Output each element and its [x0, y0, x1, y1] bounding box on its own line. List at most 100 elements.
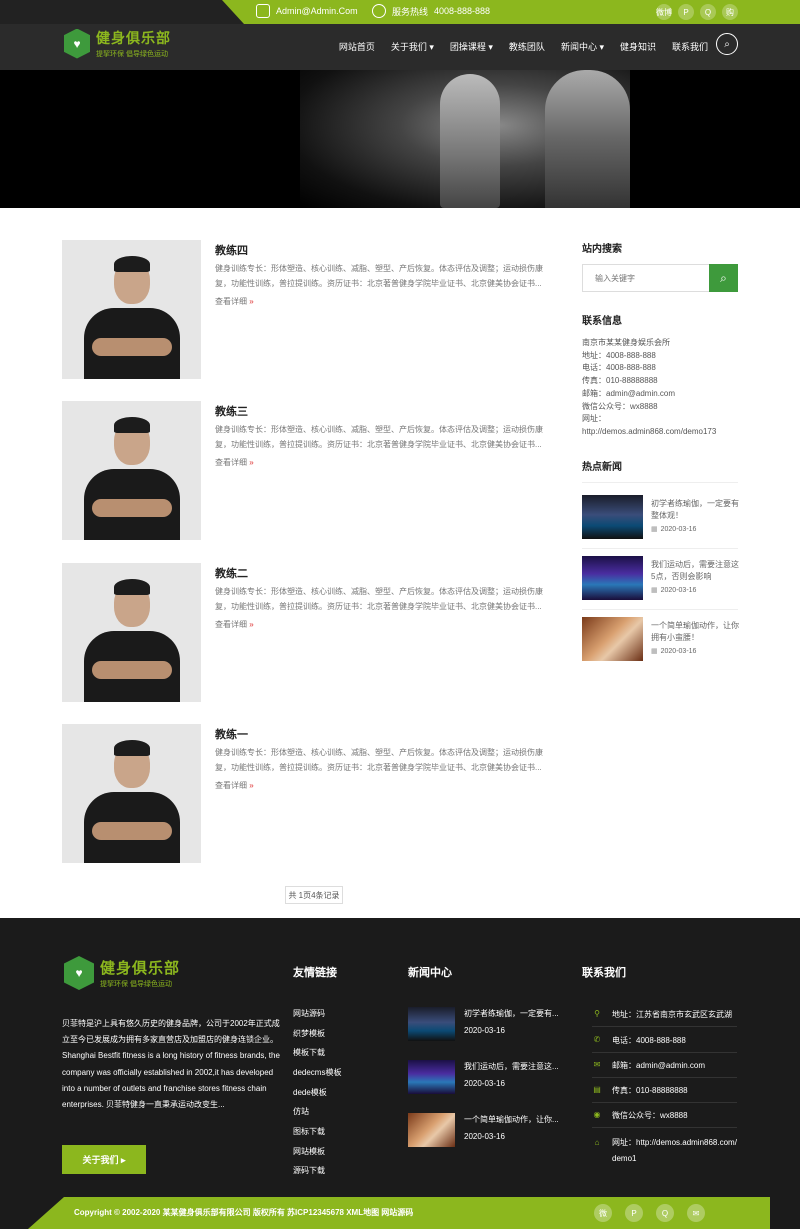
divider	[592, 1102, 737, 1103]
coach-photo[interactable]	[62, 724, 201, 863]
contact-address: 地址：4008-888-888	[582, 350, 656, 360]
friend-link[interactable]: 织梦模板	[293, 1028, 325, 1039]
footer-news-item[interactable]: 我们运动后，需要注意这... 2020-03-16	[408, 1060, 568, 1100]
logo[interactable]: ♥ 健身俱乐部 提挈环保 倡导绿色运动	[64, 28, 171, 59]
friend-link[interactable]: dede模板	[293, 1087, 327, 1098]
coach-more-link[interactable]: 查看详细 »	[215, 296, 254, 307]
pinterest-icon[interactable]: P	[625, 1204, 643, 1222]
footer-contact-wechat: ◉ 微信公众号：wx8888	[593, 1110, 688, 1120]
footer-logo[interactable]: ♥ 健身俱乐部 提挈环保 倡导绿色运动	[64, 956, 180, 990]
coach-name[interactable]: 教练三	[215, 403, 248, 419]
footer-social: 微 P Q ✉	[594, 1204, 705, 1222]
coach-name[interactable]: 教练四	[215, 242, 248, 258]
search-submit-button[interactable]: ⌕	[709, 264, 738, 292]
mail-icon: ✉	[593, 1060, 601, 1069]
contact-phone: 电话：4008-888-888	[582, 363, 656, 373]
top-email[interactable]: Admin@Admin.Com	[256, 4, 358, 18]
pinterest-icon[interactable]: P	[678, 4, 694, 20]
coach-more-link[interactable]: 查看详细 »	[215, 457, 254, 468]
coach-more-link[interactable]: 查看详细 »	[215, 619, 254, 630]
phone-icon: ✆	[593, 1035, 601, 1044]
divider	[592, 1052, 737, 1053]
friend-link[interactable]: 仿站	[293, 1106, 309, 1117]
news-title[interactable]: 初学者练瑜伽，一定要有...	[464, 1008, 566, 1019]
footer-news-item[interactable]: 一个简单瑜伽动作，让你... 2020-03-16	[408, 1113, 568, 1153]
nav-contact[interactable]: 联系我们	[672, 40, 708, 53]
wechat-icon: ◉	[593, 1110, 601, 1119]
contact-website[interactable]: http://demos.admin868.com/demo173	[582, 426, 742, 439]
friend-link[interactable]: 网站模板	[293, 1146, 325, 1157]
friend-link[interactable]: 源码下载	[293, 1165, 325, 1176]
nav-courses[interactable]: 团操课程 ▾	[450, 40, 493, 53]
divider	[582, 548, 738, 549]
news-thumb	[582, 617, 643, 661]
header: ♥ 健身俱乐部 提挈环保 倡导绿色运动 网站首页 关于我们 ▾ 团操课程 ▾ 教…	[0, 24, 800, 70]
footer-news-title: 新闻中心	[408, 967, 452, 979]
divider	[592, 1077, 737, 1078]
weibo-icon[interactable]: 微	[594, 1204, 612, 1222]
banner-figure	[440, 74, 500, 208]
brand-name: 健身俱乐部	[100, 960, 181, 977]
nav-news[interactable]: 新闻中心 ▾	[561, 40, 604, 53]
coach-item: 教练四 健身训练专长：形体塑造、核心训练、减脂、塑型、产后恢复。体态评估及调整；…	[62, 240, 552, 379]
news-title[interactable]: 我们运动后，需要注意这...	[464, 1061, 566, 1072]
coach-name[interactable]: 教练二	[215, 565, 248, 581]
cart-icon[interactable]: 购	[722, 4, 738, 20]
coach-more-link[interactable]: 查看详细 »	[215, 780, 254, 791]
nav-coaches[interactable]: 教练团队	[509, 40, 545, 53]
top-social: 微博 P Q 购	[656, 4, 738, 20]
brand-slogan: 提挈环保 倡导绿色运动	[100, 981, 172, 988]
friend-link[interactable]: 模板下载	[293, 1047, 325, 1058]
fax-icon: ▤	[593, 1085, 601, 1094]
friend-link[interactable]: 图标下载	[293, 1126, 325, 1137]
home-icon: ⌂	[594, 1138, 600, 1147]
news-title[interactable]: 一个简单瑜伽动作，让你拥有小蛮腰！	[651, 620, 739, 644]
footer-news-item[interactable]: 初学者练瑜伽，一定要有... 2020-03-16	[408, 1007, 568, 1047]
news-title[interactable]: 我们运动后，需要注意这5点，否则会影响	[651, 559, 739, 583]
footer-about-text: 贝菲特是沪上具有悠久历史的健身品牌，公司于2002年正式成立至今已发展成为拥有多…	[62, 1019, 280, 1110]
news-thumb	[582, 556, 643, 600]
footer-contact-title: 联系我们	[582, 967, 626, 979]
news-thumb	[408, 1113, 455, 1147]
nav-knowledge[interactable]: 健身知识	[620, 40, 656, 53]
weibo-icon[interactable]: 微博	[656, 4, 672, 20]
contact-email: 邮箱：admin@admin.com	[582, 388, 676, 398]
news-title[interactable]: 一个简单瑜伽动作，让你...	[464, 1114, 566, 1125]
contact-info-title: 联系信息	[582, 316, 622, 327]
calendar-icon: ▦	[651, 648, 658, 655]
hot-news-item[interactable]: 初学者练瑜伽，一定要有整体观！ ▦ 2020-03-16	[582, 495, 739, 547]
friend-link[interactable]: 网站源码	[293, 1008, 325, 1019]
qq-icon[interactable]: Q	[700, 4, 716, 20]
brand-name: 健身俱乐部	[96, 30, 171, 46]
coach-desc: 健身训练专长：形体塑造、核心训练、减脂、塑型、产后恢复。体态评估及调整；运动损伤…	[215, 425, 543, 449]
coach-photo[interactable]	[62, 240, 201, 379]
coach-photo[interactable]	[62, 401, 201, 540]
mail-icon[interactable]: ✉	[687, 1204, 705, 1222]
search-title: 站内搜索	[582, 244, 622, 255]
contact-website-label: 网址：	[582, 414, 606, 424]
nav-about[interactable]: 关于我们 ▾	[391, 40, 434, 53]
mail-icon	[256, 4, 270, 18]
search-icon[interactable]: ⌕	[716, 33, 738, 55]
about-us-button[interactable]: 关于我们 ▸	[62, 1145, 146, 1174]
coach-desc: 健身训练专长：形体塑造、核心训练、减脂、塑型、产后恢复。体态评估及调整；运动损伤…	[215, 587, 543, 611]
news-title[interactable]: 初学者练瑜伽，一定要有整体观！	[651, 498, 739, 522]
phone-icon	[372, 4, 386, 18]
copyright-text: Copyright © 2002-2020 某某健身俱乐部有限公司 版权所有 苏…	[74, 1208, 414, 1217]
divider	[582, 609, 738, 610]
news-date: 2020-03-16	[464, 1132, 505, 1141]
contact-info: 南京市某某健身娱乐会所 地址：4008-888-888 电话：4008-888-…	[582, 337, 742, 439]
nav-home[interactable]: 网站首页	[339, 40, 375, 53]
qq-icon[interactable]: Q	[656, 1204, 674, 1222]
brand-slogan: 提挈环保 倡导绿色运动	[96, 51, 168, 58]
coach-name[interactable]: 教练一	[215, 726, 248, 742]
top-hotline: 服务热线 4008-888-888	[372, 4, 490, 18]
footer-contact-website[interactable]: ⌂ 网址：http://demos.admin868.com/demo1	[592, 1135, 742, 1167]
hot-news-item[interactable]: 一个简单瑜伽动作，让你拥有小蛮腰！ ▦ 2020-03-16	[582, 617, 739, 669]
friend-link[interactable]: dedecms模板	[293, 1067, 341, 1078]
hot-news-item[interactable]: 我们运动后，需要注意这5点，否则会影响 ▦ 2020-03-16	[582, 556, 739, 608]
coach-photo[interactable]	[62, 563, 201, 702]
search-input[interactable]	[583, 265, 710, 291]
coach-item: 教练二 健身训练专长：形体塑造、核心训练、减脂、塑型、产后恢复。体态评估及调整；…	[62, 563, 552, 702]
news-date: ▦ 2020-03-16	[651, 526, 697, 533]
